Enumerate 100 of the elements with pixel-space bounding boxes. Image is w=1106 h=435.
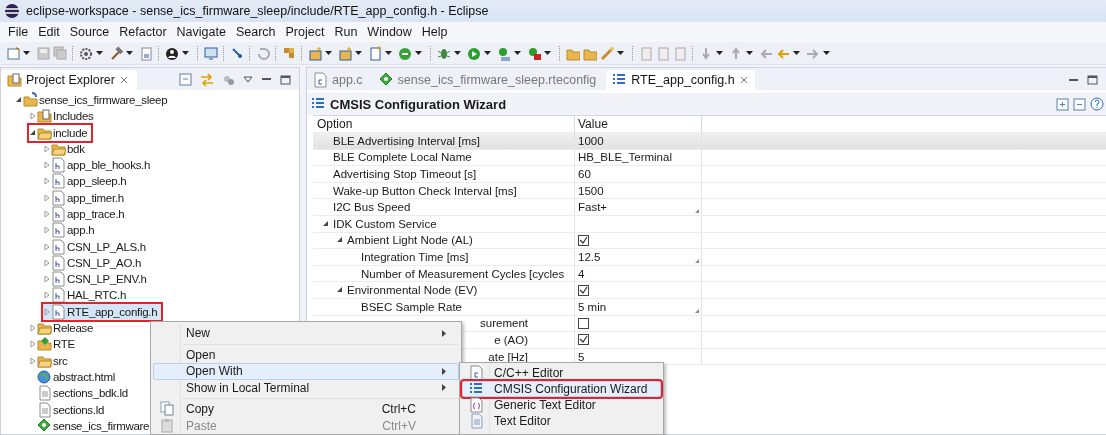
view-menu-icon[interactable] bbox=[243, 75, 253, 85]
menu-item[interactable]: Project bbox=[285, 25, 325, 39]
editor-tab[interactable]: sense_ics_firmware_sleep.rteconfig bbox=[372, 70, 603, 90]
expand-all-icon[interactable] bbox=[1056, 97, 1069, 111]
tree-item[interactable]: CSN_LP_ALS.h bbox=[43, 238, 150, 255]
option-value[interactable]: 1000 bbox=[578, 134, 604, 147]
option-value[interactable]: 12.5 bbox=[578, 250, 601, 263]
table-row[interactable]: Environmental Node (EV) bbox=[313, 282, 1106, 299]
disks-icon[interactable] bbox=[53, 45, 67, 61]
tree-item[interactable]: HAL_RTC.h bbox=[43, 287, 131, 304]
column-header[interactable]: Option bbox=[313, 116, 575, 132]
caret-icon[interactable] bbox=[746, 51, 753, 55]
caret-icon[interactable] bbox=[415, 51, 422, 55]
checkbox[interactable] bbox=[578, 334, 589, 346]
tree-item[interactable]: sections.ld bbox=[29, 401, 109, 418]
maximize-icon[interactable] bbox=[1087, 75, 1098, 85]
column-header[interactable]: Value bbox=[575, 116, 702, 132]
maximize-icon[interactable] bbox=[280, 74, 291, 85]
tree-item[interactable]: abstract.html bbox=[29, 368, 119, 385]
table-row[interactable]: Number of Measurement Cycles [cycles 4 bbox=[313, 265, 1106, 283]
tree-item[interactable]: app_trace.h bbox=[43, 206, 129, 222]
menu-item[interactable]: Text Editor bbox=[462, 413, 661, 429]
caret-icon[interactable] bbox=[793, 51, 800, 55]
table-row[interactable]: IDK Custom Service bbox=[313, 215, 1106, 233]
table-row[interactable]: Advertising Stop Timeout [s] 60 bbox=[313, 166, 1106, 183]
tree-item[interactable]: CSN_LP_AO.h bbox=[43, 254, 146, 271]
caret-icon[interactable] bbox=[325, 51, 332, 55]
option-value[interactable]: 1500 bbox=[578, 184, 604, 197]
expanded-triangle-icon[interactable] bbox=[336, 286, 344, 295]
close-icon[interactable] bbox=[118, 74, 129, 85]
tree-item[interactable]: app_sleep.h bbox=[43, 173, 131, 190]
collapsed-triangle-icon[interactable] bbox=[29, 112, 37, 121]
editor-tab[interactable]: RTE_app_config.h bbox=[606, 70, 755, 90]
caret-icon[interactable] bbox=[385, 51, 392, 55]
checkbox[interactable] bbox=[578, 284, 589, 296]
hammer-icon[interactable] bbox=[109, 45, 123, 61]
expanded-triangle-icon[interactable] bbox=[29, 128, 37, 137]
person-icon[interactable] bbox=[165, 45, 179, 61]
collapse-all-icon[interactable] bbox=[1073, 97, 1086, 111]
option-value[interactable]: Fast+ bbox=[578, 201, 608, 214]
expanded-triangle-icon[interactable] bbox=[336, 236, 344, 245]
tree-item[interactable]: sense_ics_firmware bbox=[29, 417, 154, 434]
caret-icon[interactable] bbox=[96, 51, 103, 55]
tree-item[interactable]: include bbox=[29, 124, 92, 141]
menu-item[interactable]: Open With bbox=[153, 363, 459, 380]
option-value[interactable]: 5 min bbox=[578, 300, 607, 313]
blocks-icon[interactable] bbox=[282, 45, 296, 61]
menu-item[interactable]: File bbox=[8, 25, 29, 39]
help-icon[interactable] bbox=[1090, 97, 1104, 111]
caret-icon[interactable] bbox=[126, 51, 133, 55]
menu-item[interactable]: Navigate bbox=[176, 25, 226, 39]
caret-icon[interactable] bbox=[823, 51, 830, 55]
filter-icon[interactable] bbox=[222, 73, 235, 87]
menu-item[interactable]: Copy Ctrl+C bbox=[153, 401, 459, 418]
tree-item[interactable]: app_timer.h bbox=[43, 189, 128, 206]
caret-icon[interactable] bbox=[544, 51, 551, 55]
table-row[interactable]: Ambient Light Node (AL) bbox=[313, 232, 1106, 250]
option-value[interactable]: HB_BLE_Terminal bbox=[578, 151, 672, 164]
table-row[interactable]: Wake-up Button Check Interval [ms] 1500 bbox=[313, 182, 1106, 200]
menu-item[interactable]: Window bbox=[367, 25, 412, 39]
tree-item[interactable]: Release bbox=[29, 320, 98, 337]
option-value[interactable]: 60 bbox=[578, 168, 591, 180]
menu-item[interactable]: C/C++ Editor bbox=[462, 365, 661, 381]
expanded-triangle-icon[interactable] bbox=[322, 219, 330, 228]
menu-item[interactable]: Search bbox=[235, 25, 276, 39]
caret-icon[interactable] bbox=[617, 51, 624, 55]
menu-item[interactable]: Edit bbox=[38, 25, 60, 39]
option-value[interactable]: 4 bbox=[578, 267, 585, 280]
view-tab[interactable]: Project Explorer bbox=[1, 69, 137, 90]
tree-item[interactable]: app.h bbox=[43, 222, 99, 239]
link-arrows-icon[interactable] bbox=[200, 72, 214, 87]
pin-icon[interactable] bbox=[230, 45, 244, 61]
table-row[interactable]: BLE Complete Local Name HB_BLE_Terminal bbox=[313, 149, 1106, 167]
caret-icon[interactable] bbox=[484, 51, 491, 55]
caret-icon[interactable] bbox=[716, 51, 723, 55]
checkbox[interactable] bbox=[578, 234, 589, 246]
caret-icon[interactable] bbox=[454, 51, 461, 55]
menu-item[interactable]: CMSIS Configuration Wizard bbox=[462, 381, 661, 397]
menu-item[interactable]: Generic Text Editor bbox=[462, 397, 661, 413]
collapse-all-icon[interactable] bbox=[179, 73, 192, 87]
tree-item[interactable]: sense_ics_firmware_sleep bbox=[15, 91, 172, 108]
editor-tab[interactable]: app.c bbox=[307, 70, 369, 90]
close-icon[interactable] bbox=[738, 75, 749, 85]
menu-item[interactable]: Source bbox=[69, 25, 110, 39]
caret-icon[interactable] bbox=[182, 51, 189, 55]
tree-item[interactable]: src bbox=[29, 352, 72, 369]
tree-item[interactable]: RTE_app_config.h bbox=[43, 303, 162, 320]
tree-item[interactable]: Includes bbox=[29, 108, 98, 125]
option-value[interactable]: 5 bbox=[578, 350, 585, 363]
menu-item[interactable]: Run bbox=[334, 25, 358, 39]
menu-item[interactable]: Show in Local Terminal bbox=[153, 379, 459, 396]
tree-item[interactable]: RTE bbox=[29, 336, 79, 353]
tree-item[interactable]: sections_bdk.ld bbox=[29, 385, 132, 402]
tree-item[interactable]: app_ble_hooks.h bbox=[43, 157, 155, 174]
tree-item[interactable]: bdk bbox=[43, 140, 89, 157]
monitor-icon[interactable] bbox=[204, 45, 218, 61]
caret-icon[interactable] bbox=[23, 51, 30, 55]
menu-item[interactable]: Help bbox=[421, 25, 448, 39]
checkbox[interactable] bbox=[578, 317, 589, 329]
table-row[interactable]: BSEC Sample Rate 5 min bbox=[313, 298, 1106, 316]
